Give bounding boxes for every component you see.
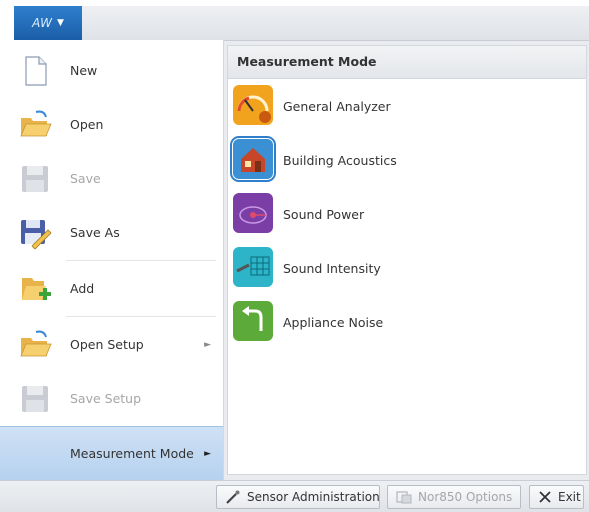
bottom-bar: Sensor Administration Nor850 Options Exi… xyxy=(0,480,589,512)
menu-divider xyxy=(66,260,216,261)
menu-item-open[interactable]: Open xyxy=(0,98,223,152)
ribbon-header xyxy=(82,6,589,41)
sensor-administration-button[interactable]: Sensor Administration xyxy=(216,485,380,509)
menu-item-add[interactable]: Add xyxy=(0,262,223,316)
exit-button[interactable]: Exit xyxy=(529,485,584,509)
menu-item-label: Add xyxy=(70,281,95,296)
chevron-down-icon: ▼ xyxy=(56,18,64,28)
mode-item-appliance-noise[interactable]: Appliance Noise xyxy=(228,296,586,350)
intensity-probe-icon xyxy=(233,247,273,287)
exit-label: Exit xyxy=(558,490,581,504)
menu-item-save-as[interactable]: Save As xyxy=(0,206,223,260)
mode-item-sound-intensity[interactable]: Sound Intensity xyxy=(228,242,586,296)
submenu-arrow-icon: ► xyxy=(204,449,211,459)
mode-item-building-acoustics[interactable]: Building Acoustics xyxy=(228,134,586,188)
submenu-arrow-icon: ► xyxy=(204,340,211,350)
app-logo-text: AW xyxy=(32,16,52,30)
menu-item-measurement-mode[interactable]: Measurement Mode ► xyxy=(0,426,223,482)
gauge-icon xyxy=(233,85,273,125)
file-menu-pane: New Open Save Save As Add Open Setup ► S… xyxy=(0,40,224,482)
mode-item-label: General Analyzer xyxy=(283,99,391,114)
close-icon xyxy=(539,491,551,503)
application-menu-button[interactable]: AW ▼ xyxy=(14,6,82,40)
menu-item-new[interactable]: New xyxy=(0,44,223,98)
menu-item-open-setup[interactable]: Open Setup ► xyxy=(0,318,223,372)
open-folder-icon xyxy=(20,110,52,137)
sensor-administration-label: Sensor Administration xyxy=(247,490,380,504)
sound-power-icon xyxy=(233,193,273,233)
mode-item-label: Sound Intensity xyxy=(283,261,381,276)
menu-item-label: Open Setup xyxy=(70,337,144,352)
mode-item-label: Building Acoustics xyxy=(283,153,397,168)
menu-item-save[interactable]: Save xyxy=(0,152,223,206)
new-document-icon xyxy=(25,56,47,86)
mode-item-sound-power[interactable]: Sound Power xyxy=(228,188,586,242)
options-label: Nor850 Options xyxy=(418,490,513,504)
mode-item-label: Sound Power xyxy=(283,207,365,222)
options-icon xyxy=(396,491,412,504)
menu-item-label: Measurement Mode xyxy=(70,446,194,461)
menu-item-save-setup[interactable]: Save Setup xyxy=(0,372,223,426)
menu-item-label: Save Setup xyxy=(70,391,142,406)
submenu-header: Measurement Mode xyxy=(228,46,586,79)
appliance-arrow-icon xyxy=(233,301,273,341)
add-file-icon xyxy=(22,278,51,300)
save-disk-icon xyxy=(22,386,48,412)
mode-item-label: Appliance Noise xyxy=(283,315,384,330)
menu-item-label: Open xyxy=(70,117,104,132)
menu-item-label: New xyxy=(70,63,98,78)
options-button[interactable]: Nor850 Options xyxy=(387,485,521,509)
sensor-probe-icon xyxy=(226,490,240,504)
house-icon xyxy=(230,136,276,182)
mode-item-general-analyzer[interactable]: General Analyzer xyxy=(228,80,586,134)
open-folder-icon xyxy=(20,330,52,357)
save-disk-icon xyxy=(22,166,48,192)
measurement-mode-submenu: Measurement Mode General Analyzer Buildi… xyxy=(227,45,587,475)
save-as-icon xyxy=(21,220,52,250)
menu-item-label: Save As xyxy=(70,225,120,240)
menu-item-label: Save xyxy=(70,171,101,186)
menu-divider xyxy=(66,316,216,317)
